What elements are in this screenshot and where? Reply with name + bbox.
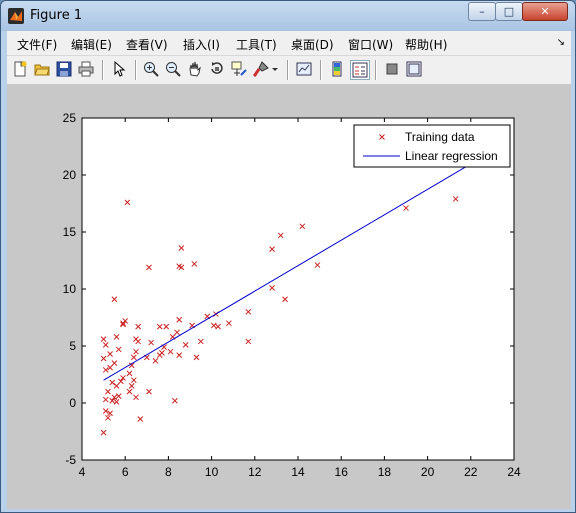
matlab-app-icon — [8, 8, 24, 24]
hide-plot-tools-icon[interactable] — [383, 60, 401, 78]
toolbar-separator — [287, 60, 289, 80]
y-tick-label: -5 — [65, 453, 76, 467]
show-plot-tools-icon[interactable] — [405, 60, 423, 78]
legend-label-regression: Linear regression — [405, 149, 498, 163]
y-tick-label: 20 — [63, 168, 77, 182]
figure-canvas[interactable]: 4 6 8 10 12 14 16 18 20 22 24 -5 0 5 10 15 20 25 Training … — [7, 85, 571, 509]
close-button[interactable]: ✕ — [522, 2, 568, 21]
x-tick-label: 4 — [79, 465, 86, 479]
figure-toolbar — [7, 56, 571, 85]
legend-icon[interactable] — [350, 60, 370, 80]
figure-window: Figure 1 – □ ✕ 文件(F) 编辑(E) 查看(V) 插入(I) 工… — [0, 0, 576, 513]
rotate-3d-icon[interactable] — [208, 60, 226, 78]
brush-dropdown-icon[interactable] — [270, 60, 280, 78]
y-tick-label: 25 — [63, 111, 77, 125]
x-tick-label: 14 — [291, 465, 305, 479]
maximize-button[interactable]: □ — [495, 2, 523, 21]
brush-icon[interactable] — [252, 60, 270, 78]
zoom-in-icon[interactable] — [142, 60, 160, 78]
save-icon[interactable] — [55, 60, 73, 78]
colorbar-icon[interactable] — [328, 60, 346, 78]
menu-tools[interactable]: 工具(T) — [236, 36, 277, 53]
x-tick-label: 6 — [122, 465, 129, 479]
print-icon[interactable] — [77, 60, 95, 78]
axes-box — [81, 117, 515, 461]
menu-bar: 文件(F) 编辑(E) 查看(V) 插入(I) 工具(T) 桌面(D) 窗口(W… — [7, 31, 571, 56]
open-file-icon[interactable] — [33, 60, 51, 78]
y-tick-label: 5 — [69, 339, 76, 353]
window-title: Figure 1 — [30, 8, 83, 23]
menu-edit[interactable]: 编辑(E) — [71, 36, 112, 53]
menu-file[interactable]: 文件(F) — [17, 36, 57, 53]
menu-help[interactable]: 帮助(H) — [405, 36, 447, 53]
title-bar[interactable]: Figure 1 – □ ✕ — [1, 1, 575, 31]
menu-overflow-icon[interactable]: ↘ — [557, 37, 565, 48]
y-tick-label: 10 — [63, 282, 77, 296]
link-plot-icon[interactable] — [295, 60, 313, 78]
x-tick-label: 16 — [335, 465, 349, 479]
menu-window[interactable]: 窗口(W) — [348, 36, 393, 53]
x-tick-label: 10 — [205, 465, 219, 479]
menu-insert[interactable]: 插入(I) — [183, 36, 220, 53]
y-tick-label: 15 — [63, 225, 77, 239]
toolbar-separator — [135, 60, 137, 80]
pan-icon[interactable] — [186, 60, 204, 78]
toolbar-separator — [320, 60, 322, 80]
data-cursor-icon[interactable] — [230, 60, 248, 78]
toolbar-separator — [102, 60, 104, 80]
new-figure-icon[interactable] — [11, 60, 29, 78]
scatter-plot[interactable]: 4 6 8 10 12 14 16 18 20 22 24 -5 0 5 10 15 20 25 Training … — [7, 85, 571, 509]
minimize-button[interactable]: – — [468, 2, 496, 21]
pointer-icon[interactable] — [110, 60, 128, 78]
menu-view[interactable]: 查看(V) — [126, 36, 168, 53]
x-tick-label: 8 — [165, 465, 172, 479]
x-tick-label: 24 — [507, 465, 521, 479]
zoom-out-icon[interactable] — [164, 60, 182, 78]
y-tick-label: 0 — [69, 396, 76, 410]
legend-label-training: Training data — [405, 130, 475, 144]
x-tick-label: 22 — [464, 465, 478, 479]
x-tick-label: 20 — [421, 465, 435, 479]
toolbar-separator — [375, 60, 377, 80]
x-tick-label: 12 — [248, 465, 262, 479]
x-tick-label: 18 — [378, 465, 392, 479]
menu-desktop[interactable]: 桌面(D) — [291, 36, 334, 53]
